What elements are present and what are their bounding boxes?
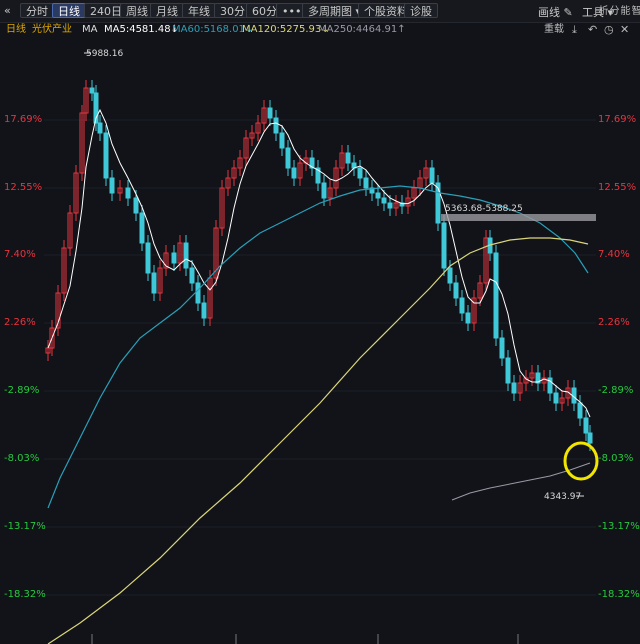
candle-down	[145, 242, 151, 274]
toolbar: « 分时 日线 240日 周线 月线 年线 30分 60分 ••• 多周期图 ▾…	[0, 0, 640, 23]
ma60-line	[47, 185, 589, 509]
percent-label-l: -2.89%	[4, 385, 40, 396]
tab-monthly[interactable]: 月线	[150, 3, 184, 18]
draw-line-button[interactable]: 画线 ✎	[538, 4, 573, 20]
candle-down	[465, 312, 471, 324]
candle-down	[201, 302, 207, 319]
percent-label-r: -8.03%	[598, 453, 634, 464]
resistance-zone	[441, 214, 596, 221]
candle-down	[345, 152, 351, 164]
ma120-value: MA120:5275.93↓	[242, 24, 330, 35]
percent-label-l: -18.32%	[4, 589, 46, 600]
candle-down	[577, 402, 583, 419]
candle-down	[97, 122, 103, 134]
candle-down	[171, 252, 177, 264]
candle-down	[109, 177, 115, 194]
percent-label-l: 2.26%	[4, 317, 36, 328]
reload-label[interactable]: 重载	[544, 22, 564, 38]
percent-label-r: 7.40%	[598, 249, 630, 260]
instrument-name: 光伏产业	[32, 24, 72, 35]
ma250-value: MA250:4464.91↑	[318, 24, 406, 35]
tab-timeshare[interactable]: 分时	[20, 3, 54, 18]
candle-down	[363, 177, 369, 189]
candle-down	[505, 357, 511, 384]
candle-down	[195, 282, 201, 304]
kline-chart[interactable]: 5363.68-5388.25 5988.16 4343.97	[0, 38, 640, 644]
candle-down	[357, 167, 363, 179]
tab-daily[interactable]: 日线	[52, 3, 86, 18]
candle-down	[583, 417, 589, 434]
candle-down	[273, 117, 279, 134]
period-label: 日线	[6, 24, 26, 35]
ma5-value: MA5:4581.48↓	[104, 24, 179, 35]
undo-icon[interactable]: ↶	[588, 23, 597, 36]
tab-yearly[interactable]: 年线	[182, 3, 216, 18]
percent-label-l: -8.03%	[4, 453, 40, 464]
candle-down	[285, 147, 291, 169]
ma-label[interactable]: MA	[82, 22, 97, 38]
percent-label-l: -13.17%	[4, 521, 46, 532]
candle-down	[499, 337, 505, 359]
candle-down	[183, 242, 189, 269]
percent-label-r: 17.69%	[598, 114, 637, 125]
candle-down	[453, 282, 459, 299]
percent-label-l: 17.69%	[4, 114, 43, 125]
candle-down	[279, 132, 285, 149]
candle-down	[447, 267, 453, 284]
candle-down	[321, 182, 327, 199]
percent-label-l: 12.55%	[4, 182, 43, 193]
x-axis-ticks	[91, 634, 519, 644]
candle-down	[151, 272, 157, 294]
low-label: 4343.97	[544, 492, 581, 502]
candle-down	[139, 212, 145, 244]
percent-label-r: 12.55%	[598, 182, 637, 193]
candle-down	[189, 267, 195, 284]
clock-icon[interactable]: ◷	[604, 23, 614, 36]
candle-down	[511, 382, 517, 394]
candle-down	[587, 432, 593, 444]
candle-down	[267, 107, 273, 119]
candle-down	[493, 252, 499, 339]
candle-down	[387, 202, 393, 209]
smart-analysis-tab[interactable]: 智能分析	[596, 5, 640, 22]
high-label: 5988.16	[86, 49, 123, 59]
diagnose-button[interactable]: 诊股	[404, 3, 438, 18]
indicator-bar: 日线 光伏产业 MA MA5:4581.48↓ MA60:5168.01↓ MA…	[0, 22, 640, 38]
percent-label-r: 2.26%	[598, 317, 630, 328]
candle-down	[291, 167, 297, 179]
candle-down	[103, 132, 109, 179]
percent-label-l: 7.40%	[4, 249, 36, 260]
candle-down	[459, 297, 465, 314]
close-icon[interactable]: ✕	[620, 23, 629, 36]
percent-label-r: -2.89%	[598, 385, 634, 396]
candle-down	[381, 197, 387, 204]
pencil-icon: ✎	[563, 6, 573, 19]
percent-label-r: -18.32%	[598, 589, 640, 600]
tab-weekly[interactable]: 周线	[120, 3, 154, 18]
candle-down	[89, 87, 95, 94]
draw-line-label: 画线	[538, 6, 560, 19]
collapse-icon[interactable]: «	[4, 4, 11, 17]
percent-label-r: -13.17%	[598, 521, 640, 532]
candle-down	[429, 167, 435, 184]
zone-label: 5363.68-5388.25	[445, 204, 523, 214]
download-icon[interactable]: ⤓	[572, 23, 577, 37]
highlight-circle	[563, 441, 599, 481]
candle-down	[375, 192, 381, 199]
candles	[45, 80, 593, 451]
candle-down	[125, 187, 131, 199]
ma120-line	[47, 237, 589, 644]
candle-down	[441, 222, 447, 269]
candle-down	[133, 197, 139, 214]
candle-down	[553, 392, 559, 404]
